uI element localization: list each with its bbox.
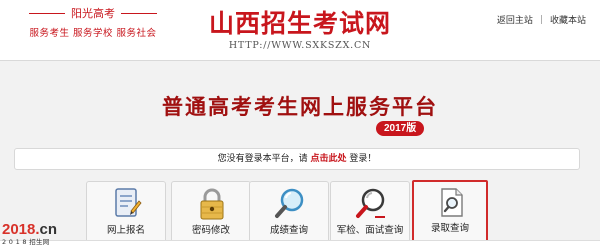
magnifier-red-icon [353,187,389,221]
slogan-top: 阳光高考 [8,6,178,20]
form-edit-icon [109,187,145,221]
menu-admission-query[interactable]: 录取查询 [412,180,488,242]
document-search-icon [433,186,469,220]
site-name[interactable]: 山西招生考试网 [178,4,422,40]
notice-prefix: 您没有登录本平台，请 [217,154,308,164]
watermark-main: 2018.cn [2,222,72,238]
login-notice: 您没有登录本平台，请 点击此处 登录！ [14,148,580,170]
watermark-logo: 2018.cn 2 0 1 8 招生网 [2,222,72,247]
menu-label: 录取查询 [430,223,469,234]
menu-score-query[interactable]: 成绩查询 [249,181,329,247]
padlock-icon [194,187,230,221]
top-links: 返回主站 | 收藏本站 [497,13,586,27]
slogan-bottom-text: 服务考生 服务学校 服务社会 [29,28,157,39]
menu-password-change[interactable]: 密码修改 [171,181,251,247]
menu-physical-interview-query[interactable]: 军检、面试查询 [330,181,410,247]
login-link[interactable]: 点击此处 [310,154,346,164]
slogan-line-right [121,12,157,14]
site-header: 阳光高考 服务考生 服务学校 服务社会 山西招生考试网 HTTP://WWW.S… [0,0,600,60]
slogan-line-left [29,12,65,14]
year-badge: 2017版 [376,121,425,136]
watermark-number: 2018 [2,221,36,238]
site-url: HTTP://WWW.SXKSZX.CN [228,40,372,51]
platform-title: 普通高考考生网上服务平台 [162,94,438,119]
menu-label: 网上报名 [106,225,145,236]
menu-label: 军检、面试查询 [336,225,404,236]
notice-suffix: 登录！ [349,154,377,164]
menu-online-registration[interactable]: 网上报名 [86,181,166,247]
magnifier-icon [272,187,308,221]
bottom-band [0,240,600,247]
favorite-link[interactable]: 收藏本站 [550,13,586,26]
slogan-top-text: 阳光高考 [71,7,115,20]
slogan-block: 阳光高考 服务考生 服务学校 服务社会 [8,6,178,39]
menu-label: 密码修改 [191,225,230,236]
header-divider [0,60,600,61]
link-separator: | [539,14,543,25]
home-link[interactable]: 返回主站 [497,13,533,26]
watermark-sub: 2 0 1 8 招生网 [2,238,50,246]
watermark-cn: cn [39,221,58,238]
menu-label: 成绩查询 [269,225,308,236]
